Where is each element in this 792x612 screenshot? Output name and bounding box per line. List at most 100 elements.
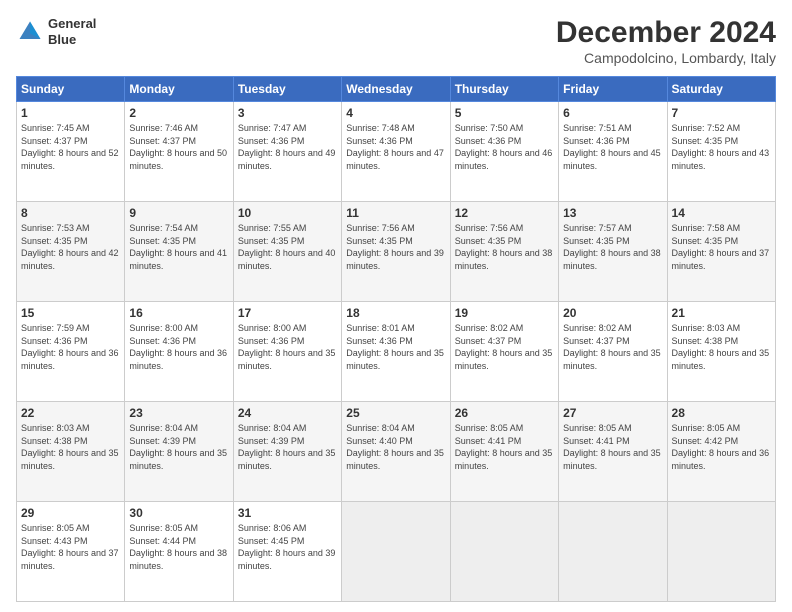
- calendar-cell: 28 Sunrise: 8:05 AMSunset: 4:42 PMDayligh…: [667, 402, 775, 502]
- day-number: 10: [238, 206, 337, 220]
- calendar-cell: 22Sunrise: 8:03 AMSunset: 4:38 PMDayligh…: [17, 402, 125, 502]
- calendar-cell: [667, 502, 775, 602]
- location-title: Campodolcino, Lombardy, Italy: [556, 50, 776, 66]
- calendar-cell: 24 Sunrise: 8:04 AMSunset: 4:39 PMDayligh…: [233, 402, 341, 502]
- day-info: Sunrise: 8:02 AMSunset: 4:37 PMDaylight:…: [563, 323, 661, 371]
- day-info: Sunrise: 8:00 AMSunset: 4:36 PMDaylight:…: [129, 323, 227, 371]
- day-number: 28: [672, 406, 771, 420]
- calendar-cell: 25 Sunrise: 8:04 AMSunset: 4:40 PMDayligh…: [342, 402, 450, 502]
- calendar-cell: [342, 502, 450, 602]
- calendar-week-0: 1 Sunrise: 7:45 AMSunset: 4:37 PMDaylight…: [17, 102, 776, 202]
- page: General Blue December 2024 Campodolcino,…: [0, 0, 792, 612]
- day-number: 11: [346, 206, 445, 220]
- day-info: Sunrise: 7:56 AMSunset: 4:35 PMDaylight:…: [455, 223, 553, 271]
- calendar-header-tuesday: Tuesday: [233, 77, 341, 102]
- calendar-cell: 7 Sunrise: 7:52 AMSunset: 4:35 PMDaylight…: [667, 102, 775, 202]
- calendar-header-sunday: Sunday: [17, 77, 125, 102]
- day-number: 3: [238, 106, 337, 120]
- day-number: 13: [563, 206, 662, 220]
- day-number: 20: [563, 306, 662, 320]
- day-info: Sunrise: 7:54 AMSunset: 4:35 PMDaylight:…: [129, 223, 227, 271]
- day-info: Sunrise: 8:04 AMSunset: 4:40 PMDaylight:…: [346, 423, 444, 471]
- day-number: 31: [238, 506, 337, 520]
- day-info: Sunrise: 8:01 AMSunset: 4:36 PMDaylight:…: [346, 323, 444, 371]
- day-number: 15: [21, 306, 120, 320]
- calendar-cell: 4Sunrise: 7:48 AMSunset: 4:36 PMDaylight…: [342, 102, 450, 202]
- day-info: Sunrise: 7:57 AMSunset: 4:35 PMDaylight:…: [563, 223, 661, 271]
- calendar-cell: 16 Sunrise: 8:00 AMSunset: 4:36 PMDayligh…: [125, 302, 233, 402]
- calendar-cell: 17 Sunrise: 8:00 AMSunset: 4:36 PMDayligh…: [233, 302, 341, 402]
- day-number: 14: [672, 206, 771, 220]
- day-number: 1: [21, 106, 120, 120]
- header: General Blue December 2024 Campodolcino,…: [16, 16, 776, 66]
- day-info: Sunrise: 7:46 AMSunset: 4:37 PMDaylight:…: [129, 123, 227, 171]
- logo-icon: [16, 18, 44, 46]
- calendar-cell: 19Sunrise: 8:02 AMSunset: 4:37 PMDayligh…: [450, 302, 558, 402]
- calendar-header-row: SundayMondayTuesdayWednesdayThursdayFrid…: [17, 77, 776, 102]
- day-number: 17: [238, 306, 337, 320]
- calendar-cell: 5Sunrise: 7:50 AMSunset: 4:36 PMDaylight…: [450, 102, 558, 202]
- calendar-cell: 12Sunrise: 7:56 AMSunset: 4:35 PMDayligh…: [450, 202, 558, 302]
- calendar-cell: 13 Sunrise: 7:57 AMSunset: 4:35 PMDayligh…: [559, 202, 667, 302]
- calendar-week-1: 8 Sunrise: 7:53 AMSunset: 4:35 PMDaylight…: [17, 202, 776, 302]
- day-info: Sunrise: 7:58 AMSunset: 4:35 PMDaylight:…: [672, 223, 770, 271]
- day-number: 29: [21, 506, 120, 520]
- day-number: 16: [129, 306, 228, 320]
- calendar-cell: 15Sunrise: 7:59 AMSunset: 4:36 PMDayligh…: [17, 302, 125, 402]
- day-info: Sunrise: 7:53 AMSunset: 4:35 PMDaylight:…: [21, 223, 119, 271]
- day-info: Sunrise: 7:51 AMSunset: 4:36 PMDaylight:…: [563, 123, 661, 171]
- logo-text: General Blue: [48, 16, 96, 47]
- calendar-week-2: 15Sunrise: 7:59 AMSunset: 4:36 PMDayligh…: [17, 302, 776, 402]
- day-info: Sunrise: 7:45 AMSunset: 4:37 PMDaylight:…: [21, 123, 119, 171]
- day-number: 21: [672, 306, 771, 320]
- day-number: 25: [346, 406, 445, 420]
- day-number: 23: [129, 406, 228, 420]
- calendar-week-4: 29Sunrise: 8:05 AMSunset: 4:43 PMDayligh…: [17, 502, 776, 602]
- month-title: December 2024: [556, 16, 776, 50]
- calendar-cell: 3 Sunrise: 7:47 AMSunset: 4:36 PMDaylight…: [233, 102, 341, 202]
- calendar-cell: 1 Sunrise: 7:45 AMSunset: 4:37 PMDaylight…: [17, 102, 125, 202]
- day-number: 4: [346, 106, 445, 120]
- day-info: Sunrise: 7:56 AMSunset: 4:35 PMDaylight:…: [346, 223, 444, 271]
- calendar-cell: 31Sunrise: 8:06 AMSunset: 4:45 PMDayligh…: [233, 502, 341, 602]
- calendar-cell: 10 Sunrise: 7:55 AMSunset: 4:35 PMDayligh…: [233, 202, 341, 302]
- day-info: Sunrise: 7:47 AMSunset: 4:36 PMDaylight:…: [238, 123, 336, 171]
- calendar-table: SundayMondayTuesdayWednesdayThursdayFrid…: [16, 76, 776, 602]
- calendar-cell: [559, 502, 667, 602]
- day-info: Sunrise: 8:02 AMSunset: 4:37 PMDaylight:…: [455, 323, 553, 371]
- day-number: 2: [129, 106, 228, 120]
- calendar-cell: 27 Sunrise: 8:05 AMSunset: 4:41 PMDayligh…: [559, 402, 667, 502]
- day-info: Sunrise: 8:00 AMSunset: 4:36 PMDaylight:…: [238, 323, 336, 371]
- calendar-cell: 6 Sunrise: 7:51 AMSunset: 4:36 PMDaylight…: [559, 102, 667, 202]
- day-info: Sunrise: 8:04 AMSunset: 4:39 PMDaylight:…: [238, 423, 336, 471]
- day-info: Sunrise: 8:03 AMSunset: 4:38 PMDaylight:…: [21, 423, 119, 471]
- day-number: 26: [455, 406, 554, 420]
- day-info: Sunrise: 8:05 AMSunset: 4:42 PMDaylight:…: [672, 423, 770, 471]
- calendar-cell: 23Sunrise: 8:04 AMSunset: 4:39 PMDayligh…: [125, 402, 233, 502]
- day-info: Sunrise: 8:05 AMSunset: 4:44 PMDaylight:…: [129, 523, 227, 571]
- day-info: Sunrise: 8:05 AMSunset: 4:41 PMDaylight:…: [563, 423, 661, 471]
- calendar-header-saturday: Saturday: [667, 77, 775, 102]
- calendar-cell: [450, 502, 558, 602]
- calendar-cell: 9 Sunrise: 7:54 AMSunset: 4:35 PMDaylight…: [125, 202, 233, 302]
- day-number: 8: [21, 206, 120, 220]
- logo-line2: Blue: [48, 32, 96, 48]
- day-info: Sunrise: 7:52 AMSunset: 4:35 PMDaylight:…: [672, 123, 770, 171]
- day-info: Sunrise: 7:55 AMSunset: 4:35 PMDaylight:…: [238, 223, 336, 271]
- calendar-header-monday: Monday: [125, 77, 233, 102]
- day-number: 24: [238, 406, 337, 420]
- day-info: Sunrise: 8:03 AMSunset: 4:38 PMDaylight:…: [672, 323, 770, 371]
- calendar-cell: 29Sunrise: 8:05 AMSunset: 4:43 PMDayligh…: [17, 502, 125, 602]
- calendar-cell: 26 Sunrise: 8:05 AMSunset: 4:41 PMDayligh…: [450, 402, 558, 502]
- day-number: 7: [672, 106, 771, 120]
- day-number: 6: [563, 106, 662, 120]
- logo: General Blue: [16, 16, 96, 47]
- title-block: December 2024 Campodolcino, Lombardy, It…: [556, 16, 776, 66]
- calendar-cell: 14 Sunrise: 7:58 AMSunset: 4:35 PMDayligh…: [667, 202, 775, 302]
- day-number: 9: [129, 206, 228, 220]
- day-info: Sunrise: 8:05 AMSunset: 4:41 PMDaylight:…: [455, 423, 553, 471]
- day-number: 27: [563, 406, 662, 420]
- calendar-cell: 20 Sunrise: 8:02 AMSunset: 4:37 PMDayligh…: [559, 302, 667, 402]
- calendar-header-wednesday: Wednesday: [342, 77, 450, 102]
- day-info: Sunrise: 7:50 AMSunset: 4:36 PMDaylight:…: [455, 123, 553, 171]
